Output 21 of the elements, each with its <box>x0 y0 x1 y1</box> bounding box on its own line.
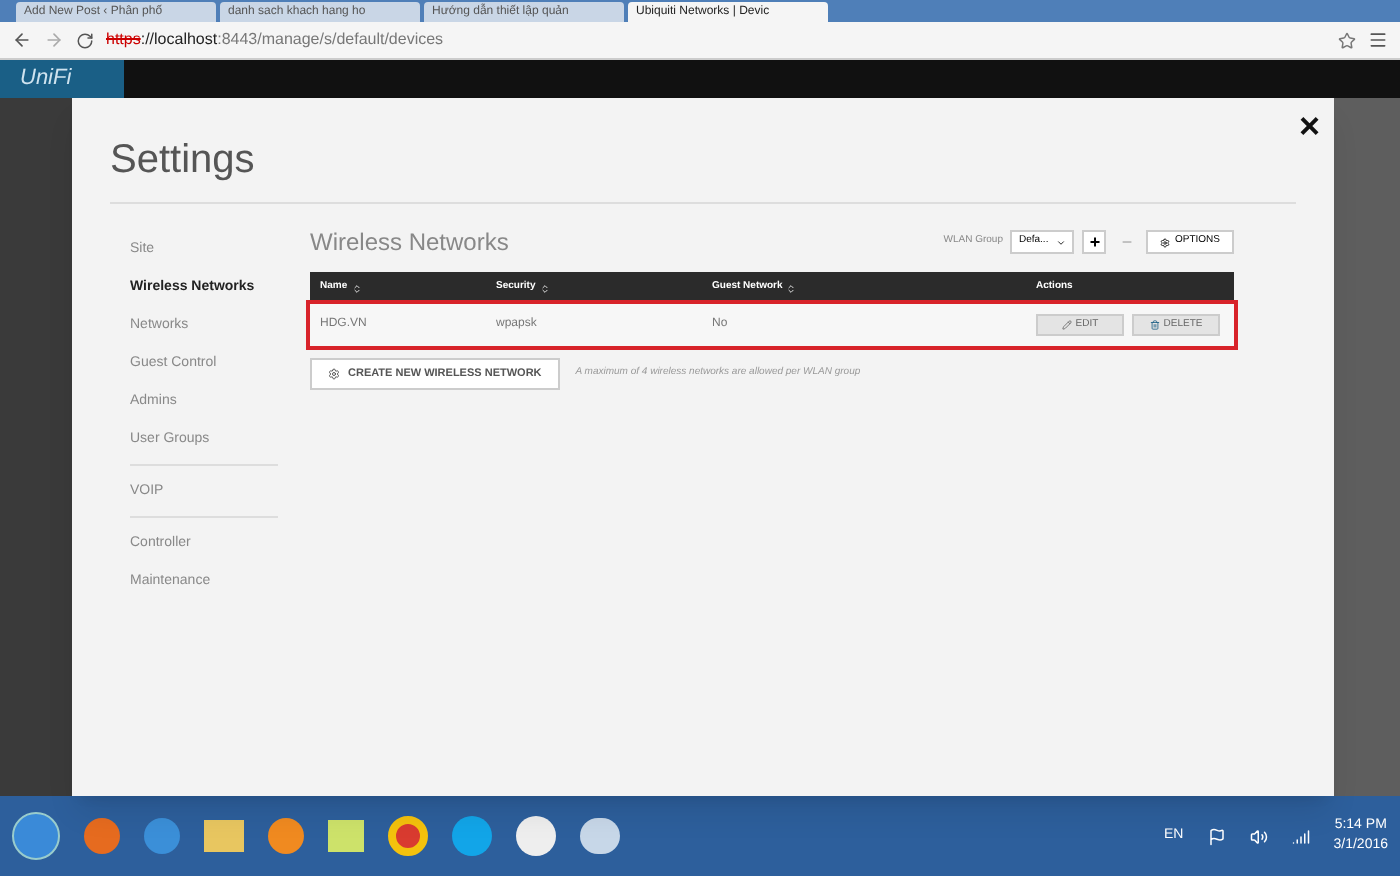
sort-icon <box>539 283 550 293</box>
sort-icon <box>786 283 797 293</box>
sort-icon <box>351 283 362 293</box>
pencil-icon <box>1061 320 1072 330</box>
flag-icon[interactable] <box>1207 827 1226 845</box>
caret-icon <box>1056 237 1067 247</box>
logo: UniFi <box>0 60 124 98</box>
reload-icon[interactable] <box>76 31 94 49</box>
section-title: Wireless Networks <box>310 226 509 260</box>
forward-icon[interactable] <box>44 30 64 50</box>
bookmark-star-icon[interactable] <box>1338 31 1356 49</box>
close-button[interactable]: × <box>1298 114 1320 138</box>
menu-icon[interactable] <box>1368 30 1388 50</box>
gear-icon <box>328 368 340 380</box>
trash-icon <box>1149 320 1160 330</box>
back-icon[interactable] <box>12 30 32 50</box>
network-icon[interactable] <box>1291 827 1310 845</box>
gear-icon <box>1160 237 1171 247</box>
volume-icon[interactable] <box>1249 827 1268 845</box>
modal-title: Settings <box>110 136 255 186</box>
add-button[interactable]: + <box>1082 230 1107 254</box>
